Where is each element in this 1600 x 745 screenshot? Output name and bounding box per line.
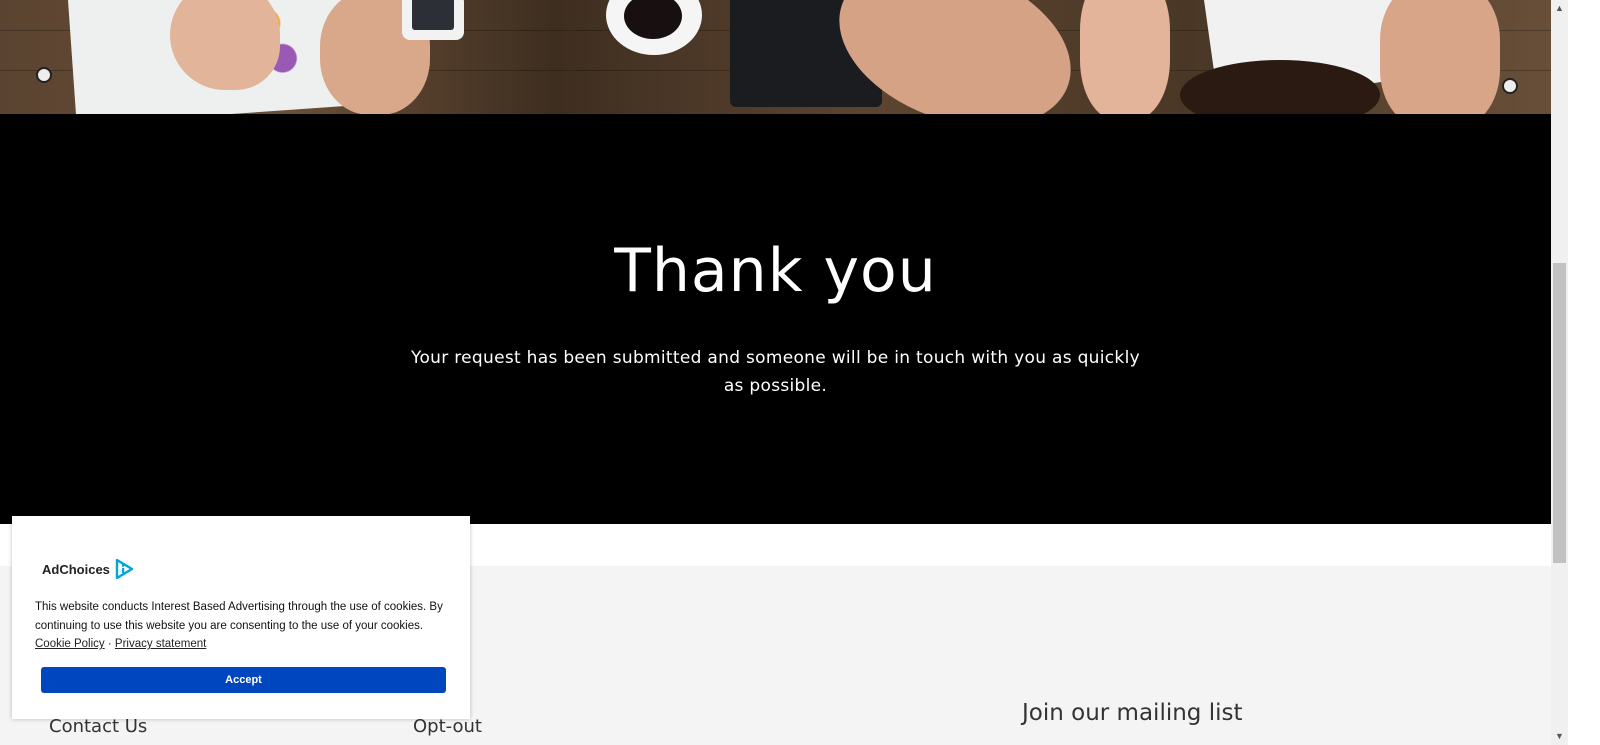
link-separator: · [107, 638, 112, 651]
adchoices-brand[interactable]: AdChoices [42, 559, 134, 579]
thank-you-title: Thank you [614, 236, 937, 306]
coffee-cup-image [606, 0, 702, 55]
scrollbar-thumb[interactable] [1553, 263, 1566, 563]
phone-image [402, 0, 464, 40]
mailing-list-title: Join our mailing list [1022, 700, 1243, 726]
thank-you-message: Your request has been submitted and some… [411, 348, 1140, 396]
scroll-up-arrow-icon[interactable]: ▲ [1551, 0, 1568, 17]
page-scrollbar[interactable]: ▲ ▼ [1551, 0, 1568, 745]
thank-you-section: Thank you Your request has been submitte… [0, 114, 1551, 524]
adchoices-label: AdChoices [42, 561, 110, 577]
cookie-policy-link[interactable]: Cookie Policy [35, 638, 105, 650]
footer-contact-link[interactable]: Contact Us [49, 716, 147, 737]
footer-optout-link[interactable]: Opt-out [413, 716, 482, 737]
cookie-message: This website conducts Interest Based Adv… [35, 598, 450, 654]
adchoices-icon [115, 559, 134, 579]
cookie-message-text: This website conducts Interest Based Adv… [35, 601, 443, 632]
cookie-consent-banner: AdChoices This website conducts Interest… [12, 516, 470, 719]
hero-image [0, 0, 1583, 116]
scroll-down-arrow-icon[interactable]: ▼ [1551, 728, 1568, 745]
privacy-statement-link[interactable]: Privacy statement [115, 638, 206, 650]
accept-button[interactable]: Accept [41, 667, 446, 693]
